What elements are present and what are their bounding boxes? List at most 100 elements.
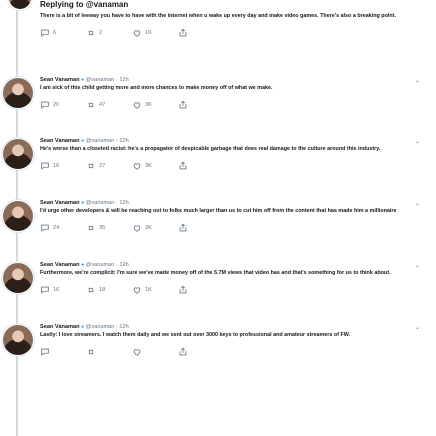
verified-icon: ● xyxy=(81,77,85,83)
share-action[interactable] xyxy=(178,285,224,295)
tweet-actions: 16 27 3K xyxy=(40,161,426,171)
like-action[interactable]: 1K xyxy=(132,28,178,38)
display-name[interactable]: Sean Vanaman xyxy=(40,138,80,144)
timestamp[interactable]: 12h xyxy=(119,200,128,206)
retweet-icon xyxy=(88,225,94,231)
tweet[interactable]: Sean Vanaman ● @vanaman · 12h ⌄ He's wor… xyxy=(40,138,426,171)
verified-icon: ● xyxy=(81,200,85,206)
heart-icon xyxy=(133,287,141,294)
timestamp[interactable]: 12h xyxy=(119,77,128,83)
timestamp[interactable]: 12h xyxy=(119,324,128,330)
verified-icon: ● xyxy=(81,324,85,330)
display-name[interactable]: Sean Vanaman xyxy=(40,262,80,268)
retweet-icon xyxy=(88,102,94,108)
share-action[interactable] xyxy=(178,347,224,357)
avatar[interactable] xyxy=(2,138,34,170)
tweet-header: Sean Vanaman ● @vanaman · 12h xyxy=(40,138,426,145)
avatar[interactable] xyxy=(8,0,32,10)
retweet-action[interactable]: 27 xyxy=(86,161,132,171)
handle[interactable]: @vanaman xyxy=(86,200,115,206)
chevron-down-icon[interactable]: ⌄ xyxy=(415,77,420,84)
display-name[interactable]: Sean Vanaman xyxy=(40,77,80,83)
chevron-down-icon[interactable]: ⌄ xyxy=(415,324,420,331)
handle[interactable]: @vanaman xyxy=(86,138,115,144)
retweet-action[interactable]: 35 xyxy=(86,223,132,233)
share-action[interactable] xyxy=(178,28,224,38)
tweet-body: He's worse than a closeted racist: he's … xyxy=(40,146,381,152)
timestamp[interactable]: 12h xyxy=(119,138,128,144)
share-action[interactable] xyxy=(178,223,224,233)
retweet-icon xyxy=(88,163,94,169)
share-action[interactable] xyxy=(178,100,224,110)
like-action[interactable]: 3K xyxy=(132,161,178,171)
tweet-header: Sean Vanaman ● @vanaman · 12h xyxy=(40,324,426,331)
tweet[interactable]: Sean Vanaman ● @vanaman · 12h ⌄ Lastly: … xyxy=(40,324,426,357)
tweet-header: Sean Vanaman ● @vanaman · 12h xyxy=(40,200,426,207)
like-action[interactable]: 1K xyxy=(132,285,178,295)
tweet-first-reply[interactable]: There is a bit of leeway you have to hav… xyxy=(40,12,426,38)
tweet-actions: 16 18 1K xyxy=(40,285,426,295)
reply-icon xyxy=(41,101,49,109)
handle[interactable]: @vanaman xyxy=(86,77,115,83)
avatar[interactable] xyxy=(2,324,34,356)
like-count: 3K xyxy=(145,102,152,108)
reply-count: 16 xyxy=(53,287,60,293)
handle[interactable]: @vanaman xyxy=(86,262,115,268)
share-icon xyxy=(179,161,187,170)
separator: · xyxy=(115,324,118,330)
like-action[interactable]: 2K xyxy=(132,223,178,233)
timestamp[interactable]: 12h xyxy=(119,262,128,268)
retweet-action[interactable]: 18 xyxy=(86,285,132,295)
reply-action[interactable]: 24 xyxy=(40,223,86,233)
tweet-actions: 20 47 3K xyxy=(40,100,426,110)
retweet-count: 47 xyxy=(99,102,106,108)
tweet-body: I'd urge other developers & will be reac… xyxy=(40,208,397,214)
display-name[interactable]: Sean Vanaman xyxy=(40,200,80,206)
tweet[interactable]: Sean Vanaman ● @vanaman · 12h ⌄ Furtherm… xyxy=(40,262,426,295)
retweet-icon xyxy=(88,349,94,355)
retweet-action[interactable]: 2 xyxy=(86,28,132,38)
heart-icon xyxy=(133,349,141,356)
reply-action[interactable]: 20 xyxy=(40,100,86,110)
separator: · xyxy=(115,262,118,268)
retweet-count: 27 xyxy=(99,163,106,169)
separator: · xyxy=(115,77,118,83)
reply-count: 6 xyxy=(53,30,57,36)
tweet[interactable]: Sean Vanaman ● @vanaman · 12h ⌄ I am sic… xyxy=(40,77,426,110)
reply-action[interactable]: 16 xyxy=(40,161,86,171)
tweet-actions: 24 35 2K xyxy=(40,223,426,233)
like-action[interactable] xyxy=(132,347,178,357)
share-action[interactable] xyxy=(178,161,224,171)
retweet-action[interactable] xyxy=(86,347,132,357)
reply-action[interactable]: 6 xyxy=(40,28,86,38)
reply-count: 16 xyxy=(53,163,60,169)
tweet-actions xyxy=(40,347,426,357)
reply-action[interactable] xyxy=(40,347,86,357)
tweet-body: I am sick of this child getting more and… xyxy=(40,85,273,91)
avatar[interactable] xyxy=(2,77,34,109)
chevron-down-icon[interactable]: ⌄ xyxy=(415,138,420,145)
avatar[interactable] xyxy=(2,262,34,294)
handle[interactable]: @vanaman xyxy=(86,324,115,330)
avatar[interactable] xyxy=(2,200,34,232)
share-icon xyxy=(179,100,187,109)
display-name[interactable]: Sean Vanaman xyxy=(40,324,80,330)
chevron-down-icon[interactable]: ⌄ xyxy=(415,262,420,269)
reply-action[interactable]: 16 xyxy=(40,285,86,295)
retweet-action[interactable]: 47 xyxy=(86,100,132,110)
chevron-down-icon[interactable]: ⌄ xyxy=(415,200,420,207)
separator: · xyxy=(115,200,118,206)
tweet-body: Lastly: I love streamers. I watch them d… xyxy=(40,332,351,338)
tweet[interactable]: Sean Vanaman ● @vanaman · 12h ⌄ I'd urge… xyxy=(40,200,426,233)
heart-icon xyxy=(133,225,141,232)
reply-icon xyxy=(41,224,49,232)
tweet-actions: 6 2 1K xyxy=(40,28,426,38)
like-action[interactable]: 3K xyxy=(132,100,178,110)
tweet-body: There is a bit of leeway you have to hav… xyxy=(40,13,396,19)
separator: · xyxy=(115,138,118,144)
heart-icon xyxy=(133,163,141,170)
reply-icon xyxy=(41,29,49,37)
tweet-header: Sean Vanaman ● @vanaman · 12h xyxy=(40,77,426,84)
like-count: 3K xyxy=(145,163,152,169)
retweet-count: 2 xyxy=(99,30,103,36)
